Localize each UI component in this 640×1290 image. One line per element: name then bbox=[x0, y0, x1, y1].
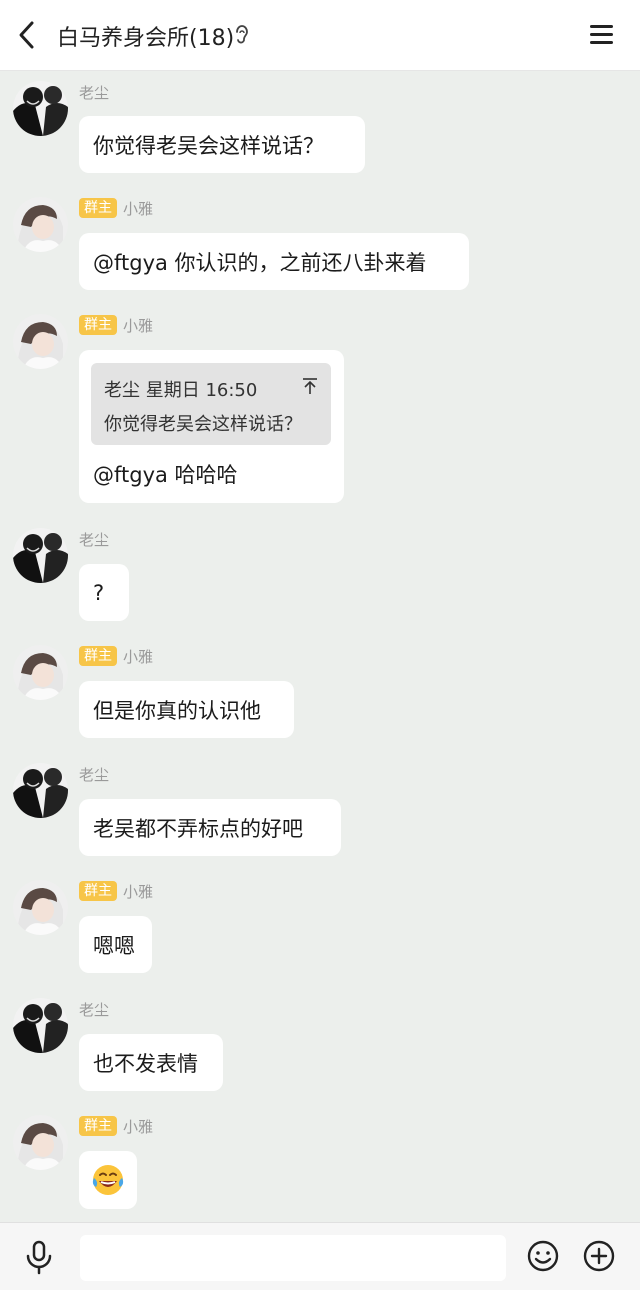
message-bubble[interactable]: 但是你真的认识他 bbox=[79, 681, 294, 738]
message-meta: 老尘 bbox=[79, 763, 109, 785]
more-button[interactable] bbox=[582, 1239, 616, 1273]
quote-meta: 老尘 星期日 16:50 bbox=[104, 380, 258, 401]
back-button[interactable] bbox=[10, 15, 46, 55]
message-meta: 群主 小雅 bbox=[79, 1115, 153, 1137]
message-item: 群主 小雅 嗯嗯 bbox=[0, 879, 640, 979]
message-meta: 老尘 bbox=[79, 81, 109, 103]
sender-name: 小雅 bbox=[123, 1117, 154, 1136]
quote-text: 你觉得老吴会这样说话？ bbox=[104, 414, 302, 435]
message-bubble[interactable]: 你觉得老吴会这样说话？ bbox=[79, 116, 365, 173]
hamburger-menu-icon bbox=[590, 25, 613, 44]
message-item: 老尘 ? bbox=[0, 527, 640, 627]
chat-header: 白马养身会所(18) bbox=[0, 0, 640, 71]
sender-name: 小雅 bbox=[123, 882, 154, 901]
menu-button[interactable] bbox=[586, 18, 618, 52]
owner-badge: 群主 bbox=[79, 646, 117, 666]
message-bubble[interactable] bbox=[79, 1151, 137, 1209]
message-item: 老尘 老吴都不弄标点的好吧 bbox=[0, 762, 640, 862]
sender-name: 小雅 bbox=[123, 199, 154, 218]
message-bubble[interactable]: 也不发表情 bbox=[79, 1034, 223, 1091]
jump-to-quote-icon bbox=[301, 376, 319, 396]
message-meta: 群主 小雅 bbox=[79, 880, 153, 902]
input-bar bbox=[0, 1222, 640, 1290]
owner-badge: 群主 bbox=[79, 198, 117, 218]
avatar[interactable] bbox=[13, 1115, 68, 1170]
message-bubble[interactable]: ? bbox=[79, 564, 129, 621]
message-meta: 群主 小雅 bbox=[79, 197, 153, 219]
voice-button[interactable] bbox=[23, 1239, 55, 1275]
sender-name: 老尘 bbox=[79, 83, 110, 102]
sender-name: 老尘 bbox=[79, 1000, 110, 1019]
message-meta: 老尘 bbox=[79, 998, 109, 1020]
message-item: 群主 小雅 @ftgya 你认识的，之前还八卦来着 bbox=[0, 196, 640, 296]
avatar[interactable] bbox=[13, 197, 68, 252]
laughing-tears-emoji bbox=[92, 1165, 124, 1195]
avatar[interactable] bbox=[13, 880, 68, 935]
ear-icon[interactable] bbox=[233, 23, 251, 47]
message-text: @ftgya 哈哈哈 bbox=[93, 463, 238, 487]
message-item: 老尘 你觉得老吴会这样说话？ bbox=[0, 80, 640, 180]
message-item: 老尘 也不发表情 bbox=[0, 997, 640, 1097]
smiley-icon bbox=[527, 1240, 559, 1272]
chevron-left-icon bbox=[19, 21, 34, 49]
owner-badge: 群主 bbox=[79, 881, 117, 901]
avatar[interactable] bbox=[13, 763, 68, 818]
quoted-message[interactable]: 老尘 星期日 16:50 你觉得老吴会这样说话？ bbox=[91, 363, 331, 445]
message-item: 群主 小雅 bbox=[0, 1114, 640, 1214]
avatar[interactable] bbox=[13, 528, 68, 583]
emoji-button[interactable] bbox=[526, 1239, 560, 1273]
sender-name: 小雅 bbox=[123, 647, 154, 666]
owner-badge: 群主 bbox=[79, 315, 117, 335]
avatar[interactable] bbox=[13, 314, 68, 369]
message-item: 群主 小雅 但是你真的认识他 bbox=[0, 644, 640, 744]
chat-title: 白马养身会所(18) bbox=[57, 26, 235, 51]
sender-name: 老尘 bbox=[79, 530, 110, 549]
sender-name: 小雅 bbox=[123, 316, 154, 335]
message-bubble[interactable]: 老吴都不弄标点的好吧 bbox=[79, 799, 341, 856]
message-bubble[interactable]: 嗯嗯 bbox=[79, 916, 152, 973]
message-meta: 群主 小雅 bbox=[79, 645, 153, 667]
message-input[interactable] bbox=[80, 1235, 506, 1281]
avatar[interactable] bbox=[13, 645, 68, 700]
chat-screen: 白马养身会所(18) 老尘 你觉得老吴会这样说话？ 群主 小雅 @ftgya 你… bbox=[0, 0, 640, 1290]
sender-name: 老尘 bbox=[79, 765, 110, 784]
plus-circle-icon bbox=[583, 1240, 615, 1272]
message-item: 群主 小雅 @ftgya 哈哈哈 老尘 星期日 16:50 你觉得老吴会这样说话… bbox=[0, 313, 640, 513]
message-meta: 老尘 bbox=[79, 528, 109, 550]
message-meta: 群主 小雅 bbox=[79, 314, 153, 336]
avatar[interactable] bbox=[13, 998, 68, 1053]
microphone-icon bbox=[26, 1240, 52, 1275]
owner-badge: 群主 bbox=[79, 1116, 117, 1136]
message-bubble[interactable]: @ftgya 你认识的，之前还八卦来着 bbox=[79, 233, 469, 290]
avatar[interactable] bbox=[13, 81, 68, 136]
